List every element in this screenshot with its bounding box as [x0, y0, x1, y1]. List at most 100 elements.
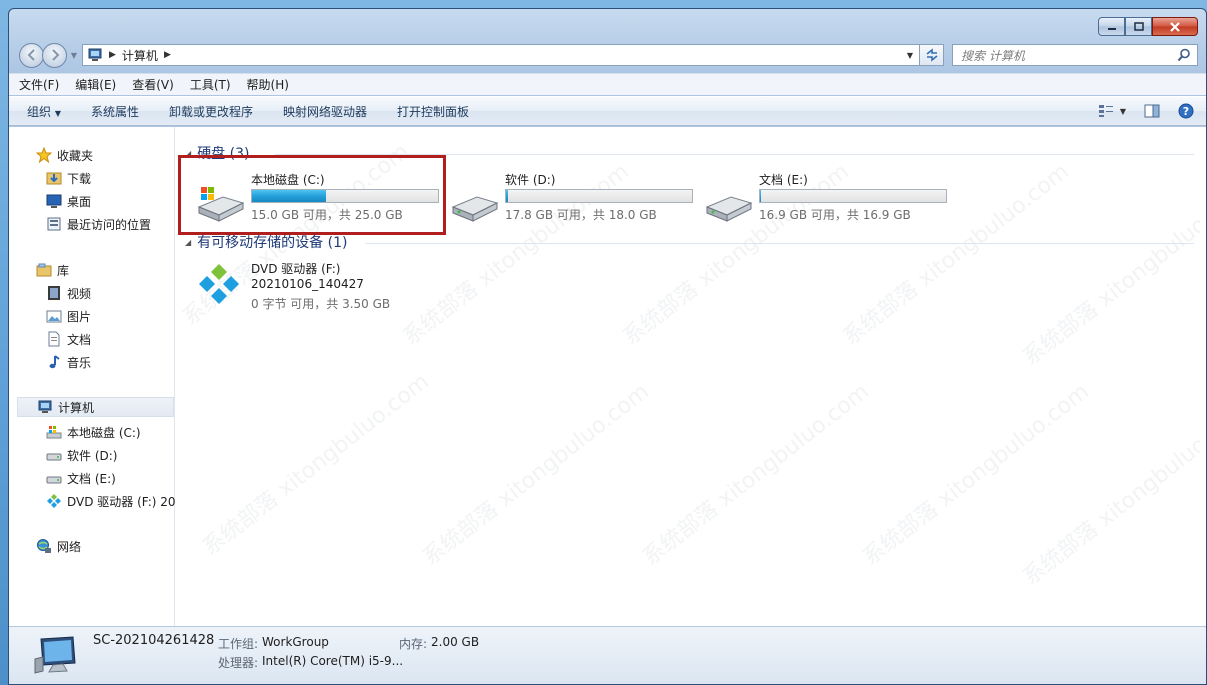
nav-favorites[interactable]: 收藏夹 — [35, 145, 93, 165]
address-bar[interactable]: ▶ 计算机 ▶ ▼ — [82, 44, 920, 66]
music-icon — [45, 354, 63, 370]
drive-tile-d[interactable]: 软件 (D:) 17.8 GB 可用，共 18.0 GB — [449, 171, 699, 241]
hard-drive-icon — [451, 196, 499, 222]
nav-pictures[interactable]: 图片 — [45, 306, 91, 326]
usage-fill — [506, 190, 509, 202]
nav-music[interactable]: 音乐 — [45, 352, 91, 372]
nav-videos-label: 视频 — [67, 286, 92, 301]
nav-videos[interactable]: 视频 — [45, 283, 91, 303]
collapse-triangle-icon[interactable]: ◢ — [185, 238, 191, 247]
breadcrumb-computer[interactable]: 计算机 — [122, 47, 158, 64]
window-controls — [1098, 17, 1198, 36]
minimize-button[interactable] — [1098, 17, 1125, 36]
usage-fill — [760, 190, 761, 202]
maximize-button[interactable] — [1125, 17, 1152, 36]
group-removable-label: 有可移动存储的设备 (1) — [197, 235, 348, 251]
libraries-icon — [35, 262, 53, 278]
nav-computer[interactable]: 计算机 — [17, 397, 174, 417]
computer-icon — [36, 399, 54, 415]
drive-tile-e[interactable]: 文档 (E:) 16.9 GB 可用，共 16.9 GB — [703, 171, 953, 241]
menu-edit[interactable]: 编辑(E) — [75, 76, 116, 93]
system-properties-button[interactable]: 系统属性 — [91, 103, 139, 120]
drive-e-size: 16.9 GB 可用，共 16.9 GB — [759, 208, 911, 222]
search-icon[interactable] — [1177, 48, 1191, 62]
breadcrumb-separator-icon[interactable]: ▶ — [109, 50, 116, 60]
content-area: 收藏夹 下载 桌面 最近访问的位置 库 视频 图片 文档 音乐 计算机 本地磁盘… — [9, 127, 1206, 626]
help-icon[interactable]: ? — [1178, 103, 1194, 119]
nav-network[interactable]: 网络 — [35, 536, 81, 556]
dvd-drive-icon — [45, 493, 63, 509]
menu-view[interactable]: 查看(V) — [132, 76, 174, 93]
drive-tile-f[interactable]: DVD 驱动器 (F:) 20210106_140427 0 字节 可用，共 3… — [195, 260, 445, 330]
menu-tools[interactable]: 工具(T) — [190, 76, 231, 93]
nav-pictures-label: 图片 — [67, 309, 92, 324]
open-control-panel-button[interactable]: 打开控制面板 — [397, 103, 469, 120]
cpu-label: 处理器: — [218, 656, 259, 670]
drive-d-usage-bar — [505, 189, 693, 203]
nav-libraries[interactable]: 库 — [35, 260, 69, 280]
search-input[interactable]: 搜索 计算机 — [952, 44, 1198, 66]
minimize-icon — [1107, 27, 1116, 30]
memory-label: 内存: — [399, 637, 428, 651]
breadcrumb-separator-icon[interactable]: ▶ — [164, 50, 171, 60]
details-pane: SC-202104261428 工作组: WorkGroup 内存: 2.00 … — [9, 626, 1206, 684]
drive-f-name: DVD 驱动器 (F:) — [251, 262, 341, 276]
recent-pages-dropdown[interactable]: ▼ — [69, 43, 79, 68]
nav-desktop[interactable]: 桌面 — [45, 191, 91, 211]
address-dropdown-icon[interactable]: ▼ — [907, 51, 913, 60]
drive-d-name: 软件 (D:) — [505, 173, 556, 187]
close-icon — [1170, 21, 1180, 32]
document-icon — [45, 331, 63, 347]
star-icon — [35, 147, 53, 163]
cpu-value: Intel(R) Core(TM) i5-9... — [262, 654, 404, 668]
address-row: ▼ ▶ 计算机 ▶ ▼ 搜索 计算机 — [19, 41, 1198, 69]
explorer-window: ▼ ▶ 计算机 ▶ ▼ 搜索 计算机 文件(F) 编辑(E) 查看(V) 工具(… — [8, 8, 1207, 685]
change-view-button[interactable]: ▼ — [1098, 104, 1126, 118]
memory-value: 2.00 GB — [431, 635, 480, 649]
close-button[interactable] — [1152, 17, 1198, 36]
view-controls: ▼ ? — [1098, 103, 1194, 119]
nav-drive-c-label: 本地磁盘 (C:) — [67, 425, 141, 440]
drive-f-size: 0 字节 可用，共 3.50 GB — [251, 297, 391, 311]
hard-drive-icon — [45, 447, 63, 463]
nav-drive-d[interactable]: 软件 (D:) — [45, 445, 117, 465]
map-network-drive-button[interactable]: 映射网络驱动器 — [283, 103, 367, 120]
computer-name: SC-202104261428 — [93, 633, 215, 648]
computer-monitor-icon — [34, 636, 76, 674]
video-icon — [45, 285, 63, 301]
group-header-removable[interactable]: ◢ 有可移动存储的设备 (1) — [185, 232, 347, 252]
organize-button[interactable]: 组织 ▼ — [27, 103, 61, 120]
nav-drive-c[interactable]: 本地磁盘 (C:) — [45, 422, 141, 442]
nav-drive-e-label: 文档 (E:) — [67, 471, 116, 486]
navigation-pane: 收藏夹 下载 桌面 最近访问的位置 库 视频 图片 文档 音乐 计算机 本地磁盘… — [9, 127, 176, 626]
nav-documents-label: 文档 — [67, 332, 92, 347]
dvd-drive-icon — [199, 264, 239, 304]
nav-libraries-label: 库 — [57, 263, 70, 278]
nav-recent-places[interactable]: 最近访问的位置 — [45, 214, 151, 234]
nav-drive-f[interactable]: DVD 驱动器 (F:) 20 — [45, 491, 176, 511]
uninstall-programs-button[interactable]: 卸载或更改程序 — [169, 103, 253, 120]
refresh-icon — [926, 48, 937, 62]
refresh-button[interactable] — [920, 44, 944, 66]
nav-drive-e[interactable]: 文档 (E:) — [45, 468, 116, 488]
drive-d-size: 17.8 GB 可用，共 18.0 GB — [505, 208, 657, 222]
main-pane: 系统部落 xitongbuluo.com 系统部落 xitongbuluo.co… — [175, 127, 1200, 626]
network-icon — [35, 538, 53, 554]
nav-desktop-label: 桌面 — [67, 194, 92, 209]
forward-arrow-icon — [51, 49, 59, 61]
menu-help[interactable]: 帮助(H) — [247, 76, 289, 93]
hard-drive-icon — [705, 196, 753, 222]
maximize-icon — [1133, 21, 1144, 31]
back-button[interactable] — [19, 42, 44, 68]
menu-file[interactable]: 文件(F) — [19, 76, 59, 93]
menu-bar: 文件(F) 编辑(E) 查看(V) 工具(T) 帮助(H) — [9, 73, 1206, 95]
workgroup-value: WorkGroup — [262, 635, 329, 649]
nav-recent-label: 最近访问的位置 — [67, 217, 152, 232]
nav-downloads[interactable]: 下载 — [45, 168, 91, 188]
nav-documents[interactable]: 文档 — [45, 329, 91, 349]
preview-pane-icon[interactable] — [1144, 104, 1160, 118]
drive-e-name: 文档 (E:) — [759, 173, 808, 187]
system-drive-icon — [45, 424, 63, 440]
forward-button[interactable] — [42, 42, 67, 68]
annotation-highlight-box — [178, 155, 446, 235]
